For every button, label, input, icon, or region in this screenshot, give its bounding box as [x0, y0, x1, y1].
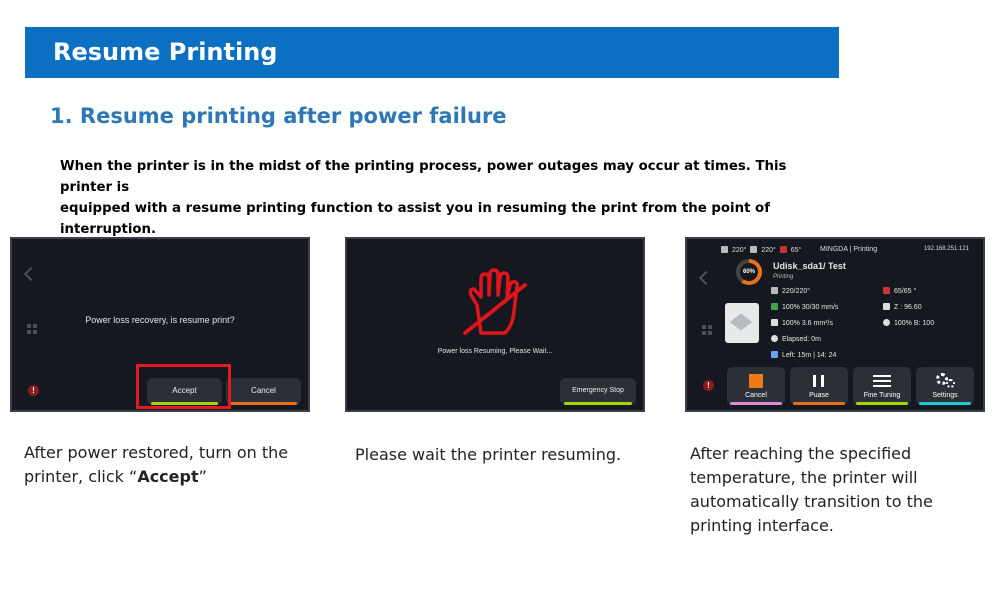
cancel-label: Cancel: [251, 386, 276, 395]
screen-printing: 220° 220° 65° MINGDA | Printing 192.168.…: [685, 237, 985, 412]
status-title: MINGDA | Printing: [820, 246, 877, 253]
pause-icon-bar: [821, 375, 824, 387]
stop-square-icon: [749, 374, 763, 388]
progress-value: 60%: [740, 263, 758, 281]
alert-icon[interactable]: !: [28, 385, 39, 396]
stat-z-value: Z : 96.60: [894, 304, 922, 311]
cancel-print-button[interactable]: Cancel: [727, 367, 785, 405]
stat-z: Z : 96.60: [883, 303, 922, 311]
caption-transition-line-2: temperature, the printer will: [690, 468, 918, 487]
caption-transition-line-4: printing interface.: [690, 516, 834, 535]
stop-hand-icon: [463, 268, 527, 335]
gear-small-icon: [946, 379, 955, 388]
title-bar: Resume Printing: [25, 27, 839, 78]
stat-fan-value: 100% B: 100: [894, 320, 935, 327]
caption-accept-line-2: printer, click “Accept”: [24, 465, 288, 489]
resuming-message: Power loss Resuming, Please Wait...: [437, 348, 553, 355]
settings-label: Settings: [932, 392, 958, 399]
emergency-stop-bar: [564, 402, 632, 405]
stat-flow: 100% 3.6 mm³/s: [771, 319, 833, 327]
nozzle-2-icon: [750, 246, 758, 253]
pause-button[interactable]: Puase: [790, 367, 848, 405]
cancel-print-label: Cancel: [745, 392, 767, 399]
stat-speed: 100% 30/30 mm/s: [771, 303, 838, 311]
fine-tuning-label: Fine Tuning: [863, 392, 901, 399]
stat-nozzle-temp-value: 220/220°: [782, 288, 811, 295]
caption-accept-pre: printer, click “: [24, 467, 138, 486]
caption-accept-post: ”: [198, 467, 207, 486]
intro-paragraph: When the printer is in the midst of the …: [60, 156, 840, 240]
stat-flow-value: 100% 3.6 mm³/s: [782, 320, 833, 327]
speed-icon: [771, 303, 778, 310]
stat-speed-value: 100% 30/30 mm/s: [782, 304, 839, 311]
status-bar: 220° 220° 65°: [721, 246, 801, 254]
caption-transition-line-1: After reaching the specified: [690, 444, 912, 463]
fine-tuning-button[interactable]: Fine Tuning: [853, 367, 911, 405]
file-state: Printing: [773, 274, 794, 280]
stat-bed-temp: 65/65 °: [883, 287, 916, 295]
cancel-bar: [230, 402, 297, 405]
intro-line-2: equipped with a resume printing function…: [60, 201, 770, 237]
hourglass-icon: [771, 351, 778, 358]
bed-temp: 65°: [790, 247, 802, 254]
sliders-icon: [873, 375, 891, 387]
stat-elapsed: Elapsed: 0m: [771, 335, 821, 343]
caption-wait: Please wait the printer resuming.: [355, 445, 622, 464]
settings-bar: [919, 402, 971, 405]
pause-icon: [813, 375, 816, 387]
status-state: Printing: [853, 246, 878, 253]
screen-resuming: Power loss Resuming, Please Wait... Emer…: [345, 237, 645, 412]
flow-icon: [771, 319, 778, 326]
nozzle-icon: [721, 246, 728, 253]
cancel-button[interactable]: Cancel: [226, 378, 301, 405]
settings-button[interactable]: Settings: [916, 367, 974, 405]
section-heading: 1. Resume printing after power failure: [50, 104, 507, 128]
accept-highlight-box: [136, 364, 231, 409]
status-separator: |: [849, 246, 852, 253]
brand-name: MINGDA: [820, 246, 848, 253]
emergency-stop-label: Emergency Stop: [572, 387, 624, 394]
clock-icon: [771, 335, 778, 342]
bed-stat-icon: [883, 287, 890, 294]
caption-transition: After reaching the specified temperature…: [690, 442, 933, 538]
menu-grid-icon[interactable]: [27, 324, 37, 334]
fine-tuning-bar: [856, 402, 908, 405]
back-arrow-icon[interactable]: [698, 270, 714, 286]
prompt-message: Power loss recovery, is resume print?: [85, 315, 235, 325]
stat-left: Left: 15m | 14: 24: [771, 351, 836, 359]
ip-address: 192.168.251.121: [923, 246, 969, 252]
menu-grid-icon[interactable]: [702, 325, 712, 335]
alert-icon[interactable]: !: [703, 380, 714, 391]
stat-left-value: Left: 15m | 14: 24: [782, 352, 837, 359]
cube-icon: [729, 313, 753, 331]
caption-transition-line-3: automatically transition to the: [690, 492, 933, 511]
bed-icon: [779, 246, 787, 253]
emergency-stop-button[interactable]: Emergency Stop: [560, 378, 636, 405]
nozzle-stat-icon: [771, 287, 778, 294]
file-name: Udisk_sda1/ Test: [773, 261, 846, 271]
pause-bar: [793, 402, 845, 405]
progress-ring: 60%: [736, 259, 762, 285]
caption-accept: After power restored, turn on the printe…: [24, 441, 288, 489]
back-arrow-icon[interactable]: [23, 266, 39, 282]
stat-fan: 100% B: 100: [883, 319, 934, 327]
intro-line-1: When the printer is in the midst of the …: [60, 159, 787, 195]
z-axis-icon: [883, 303, 890, 310]
stat-elapsed-value: Elapsed: 0m: [782, 336, 821, 343]
pause-label: Puase: [809, 392, 829, 399]
nozzle1-temp: 220°: [732, 247, 747, 254]
caption-accept-line-1: After power restored, turn on the: [24, 443, 289, 462]
stat-nozzle-temp: 220/220°: [771, 287, 810, 295]
file-thumbnail[interactable]: [725, 303, 759, 343]
stat-bed-temp-value: 65/65 °: [894, 288, 917, 295]
fan-icon: [883, 319, 890, 326]
nozzle2-temp: 220°: [761, 247, 776, 254]
caption-accept-bold: Accept: [137, 467, 199, 486]
cancel-print-bar: [730, 402, 782, 405]
page-title: Resume Printing: [53, 38, 278, 66]
